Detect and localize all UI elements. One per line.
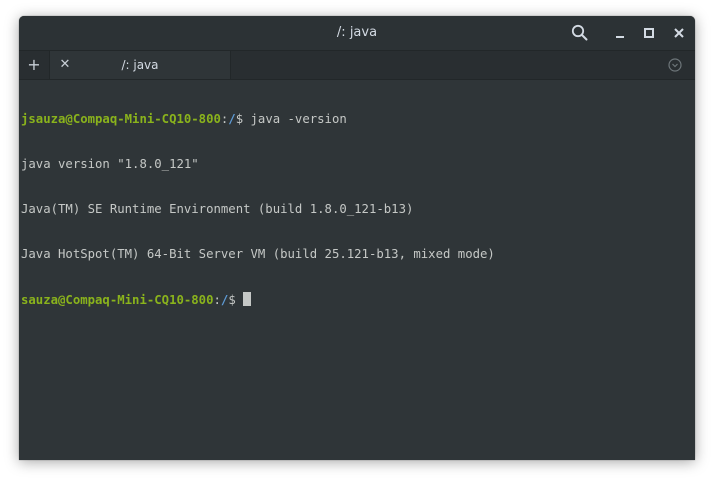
search-button[interactable] [568,21,592,45]
minimize-button[interactable] [608,21,632,45]
terminal-line: sauza@Compaq-Mini-CQ10-800:/$ [21,292,691,307]
tab-close-button[interactable]: ✕ [54,53,76,77]
tab-menu-button[interactable] [667,57,683,73]
prompt-user-host: jsauza@Compaq-Mini-CQ10-800 [21,112,221,126]
chevron-down-circle-icon [668,58,682,72]
prompt-user-host: sauza@Compaq-Mini-CQ10-800 [21,293,214,307]
maximize-icon [644,28,654,38]
text-cursor [243,292,252,306]
prompt-separator: : [213,293,221,307]
terminal-output[interactable]: jsauza@Compaq-Mini-CQ10-800:/$ java -ver… [21,82,691,458]
tab-bar: + /: java ✕ [19,51,695,80]
tab-label: /: java [121,58,159,72]
maximize-button[interactable] [637,21,661,45]
window-title: /: java [336,25,378,40]
search-icon [571,24,588,41]
tab-java[interactable]: /: java ✕ [49,51,231,79]
terminal-window: /: java + /: java ✕ jsauza@Compaq-Mini-C… [19,16,695,460]
new-tab-button[interactable]: + [21,53,47,77]
prompt-path: / [228,112,236,126]
title-bar[interactable]: /: java [19,16,695,51]
terminal-line: Java HotSpot(TM) 64-Bit Server VM (build… [21,247,495,261]
prompt-symbol: $ [235,112,251,126]
terminal-line: jsauza@Compaq-Mini-CQ10-800:/$ java -ver… [21,112,691,127]
close-icon [674,28,684,38]
prompt-symbol: $ [228,293,244,307]
minimize-icon [616,36,624,38]
close-button[interactable] [667,21,691,45]
command-text: java -version [250,112,347,126]
terminal-line: Java(TM) SE Runtime Environment (build 1… [21,202,414,216]
terminal-line: java version "1.8.0_121" [21,157,199,171]
